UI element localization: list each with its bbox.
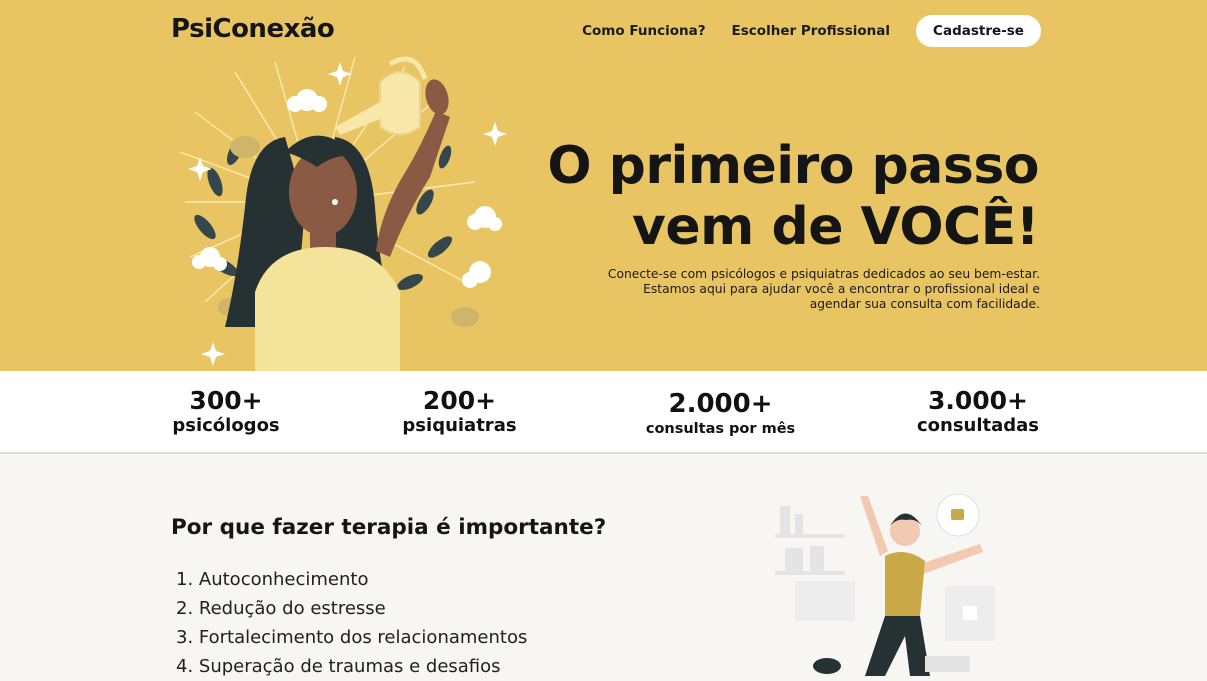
- stat-consultas-por-mes: 2.000+ consultas por mês: [638, 390, 803, 440]
- main-nav: Como Funciona? Escolher Profissional Cad…: [582, 15, 1041, 47]
- signup-button[interactable]: Cadastre-se: [916, 15, 1041, 47]
- hero-section: PsiConexão Como Funciona? Escolher Profi…: [0, 0, 1207, 371]
- stat-label: psiquiatras: [402, 415, 517, 436]
- stat-label: consultas por mês: [645, 421, 796, 437]
- hero-illustration: [179, 56, 507, 371]
- stat-label: psicólogos: [172, 415, 280, 436]
- stat-label: consultadas: [916, 415, 1040, 436]
- stat-value: 200+: [422, 386, 497, 415]
- stat-consultadas: 3.000+ consultadas: [913, 387, 1043, 437]
- stat-value: 300+: [189, 386, 263, 415]
- stat-psiquiatras: 200+ psiquiatras: [402, 387, 517, 437]
- happy-woman-illustration: [775, 493, 995, 676]
- hero-description-line: agendar sua consulta com facilidade.: [809, 297, 1040, 311]
- stats-bar: 300+ psicólogos 200+ psiquiatras 2.000+ …: [0, 371, 1207, 454]
- site-logo[interactable]: PsiConexão: [171, 14, 335, 44]
- list-item: 4. Superação de traumas e desafios: [176, 656, 501, 677]
- nav-link-como-funciona[interactable]: Como Funciona?: [582, 23, 705, 39]
- hero-description: Conecte-se com psicólogos e psiquiatras …: [570, 267, 1040, 312]
- hero-headline: O primeiro passo vem de VOCÊ!: [547, 136, 1039, 258]
- hero-description-line: Conecte-se com psicólogos e psiquiatras …: [607, 267, 1040, 281]
- headline-line-2: vem de VOCÊ!: [632, 197, 1039, 257]
- list-item: 3. Fortalecimento dos relacionamentos: [176, 627, 528, 648]
- stat-value: 3.000+: [927, 386, 1029, 415]
- stat-value: 2.000+: [668, 389, 773, 419]
- why-therapy-section: Por que fazer terapia é importante? 1. A…: [0, 456, 1207, 677]
- section-title: Por que fazer terapia é importante?: [171, 515, 607, 540]
- list-item: 1. Autoconhecimento: [176, 569, 369, 590]
- hero-description-line: Estamos aqui para ajudar você a encontra…: [643, 282, 1040, 296]
- stat-psicologos: 300+ psicólogos: [171, 387, 281, 437]
- reasons-list: 1. Autoconhecimento 2. Redução do estres…: [176, 565, 527, 681]
- nav-link-escolher-profissional[interactable]: Escolher Profissional: [732, 23, 890, 39]
- headline-line-1: O primeiro passo: [547, 136, 1039, 196]
- list-item: 2. Redução do estresse: [176, 598, 386, 619]
